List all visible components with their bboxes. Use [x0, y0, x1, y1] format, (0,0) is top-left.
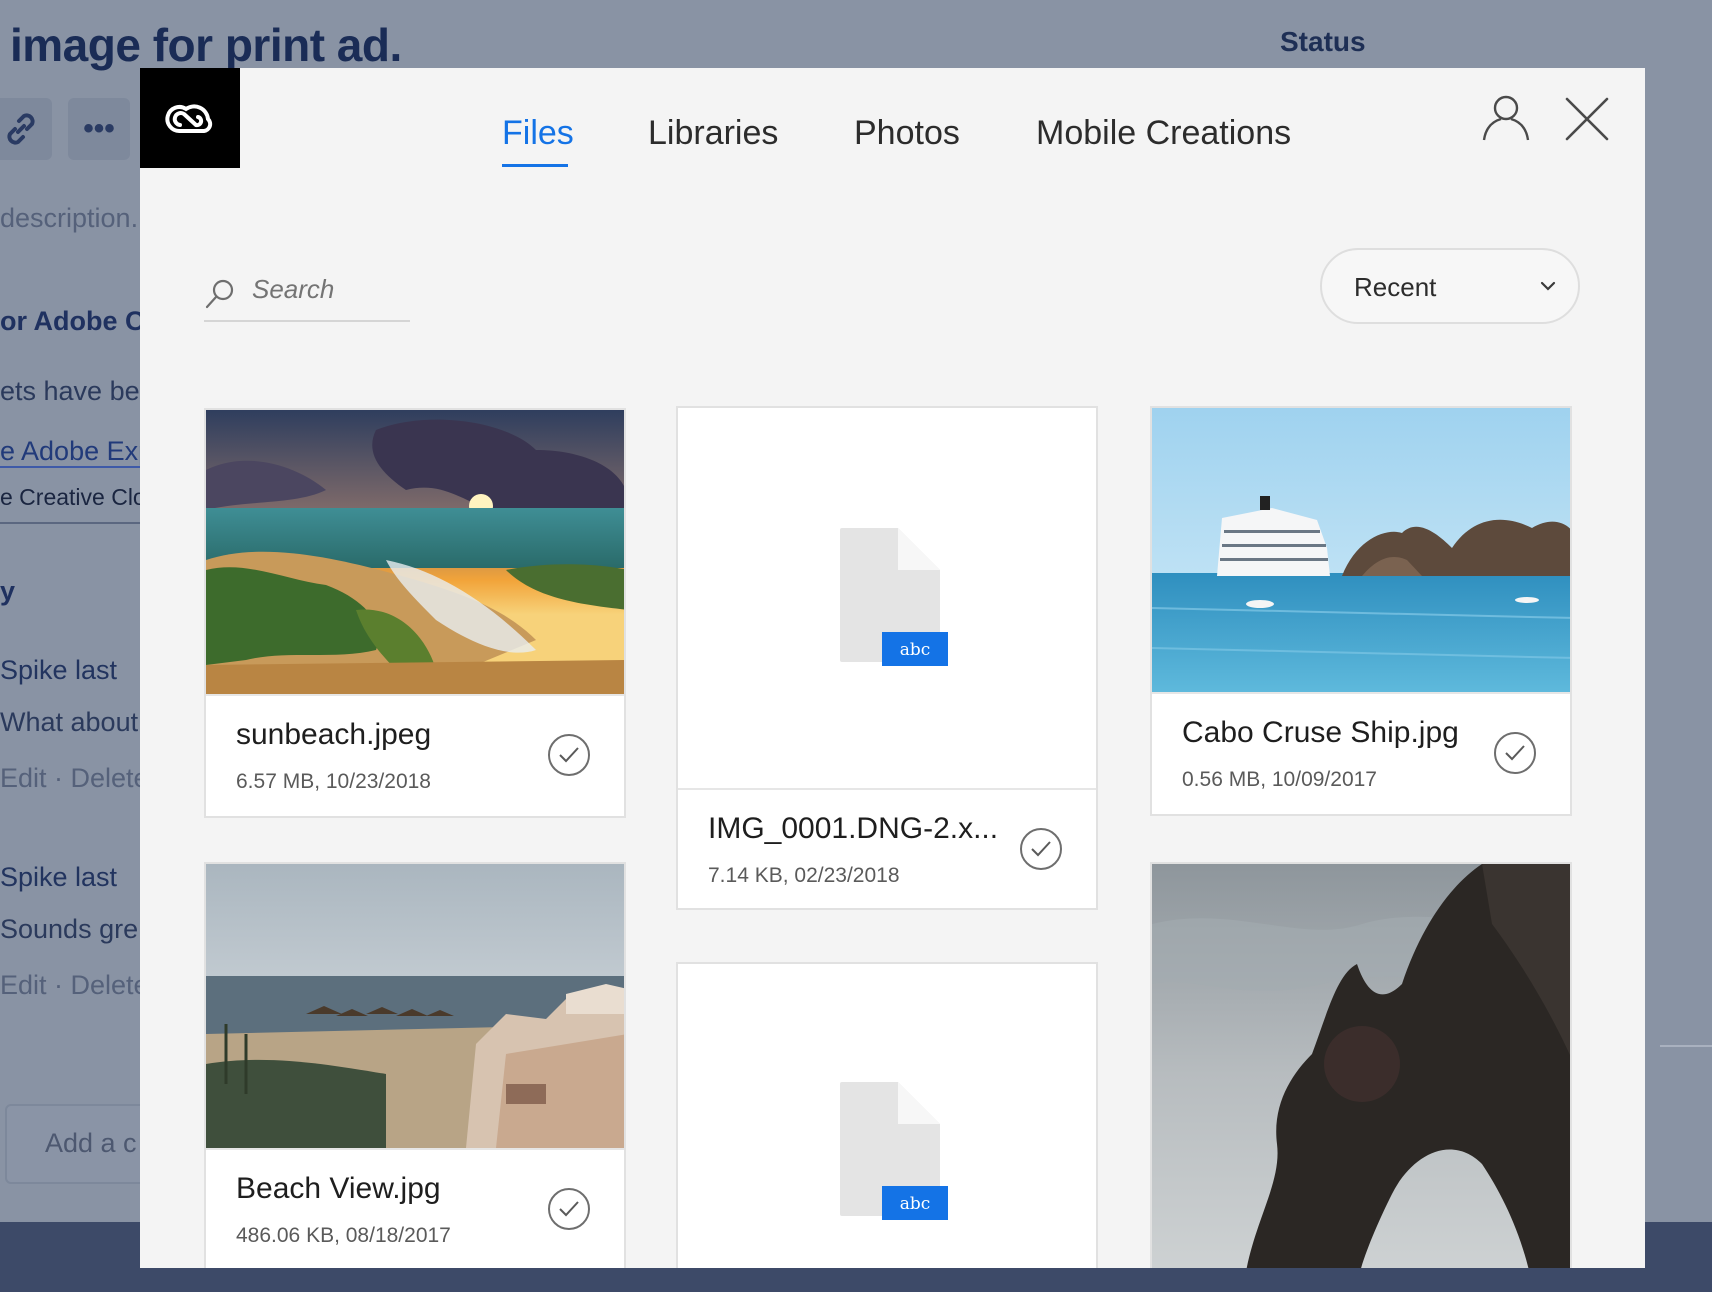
file-card[interactable]: abc IMG_0001.DNG-2.x... 7.14 KB, 02/23/2… — [676, 406, 1098, 910]
cruise-ship-photo — [1152, 408, 1570, 692]
file-card[interactable]: sunbeach.jpeg 6.57 MB, 10/23/2018 — [204, 408, 626, 818]
generic-file-icon: abc — [840, 528, 948, 666]
file-thumbnail — [206, 410, 624, 694]
file-thumbnail: abc — [678, 964, 1096, 1268]
file-badge-text: abc — [900, 1194, 931, 1214]
source-tabs: Files Libraries Photos Mobile Creations — [140, 114, 1645, 174]
file-thumbnail: abc — [678, 408, 1096, 788]
page-title: image for print ad. — [10, 19, 402, 71]
file-meta: sunbeach.jpeg 6.57 MB, 10/23/2018 — [206, 694, 624, 816]
file-card[interactable]: abc — [676, 962, 1098, 1268]
file-meta: IMG_0001.DNG-2.x... 7.14 KB, 02/23/2018 — [678, 788, 1096, 908]
checkmark-icon — [559, 747, 579, 763]
checkmark-icon — [1505, 745, 1525, 761]
sort-dropdown[interactable]: Recent — [1320, 248, 1580, 324]
bg-comment-author: Spike last — [0, 655, 118, 685]
tab-photos[interactable]: Photos — [854, 114, 960, 153]
bg-description: description. — [0, 203, 139, 233]
bg-creative-cloud-link[interactable]: e Creative Clo — [0, 484, 146, 511]
beach-resort-photo — [206, 864, 624, 1148]
tab-files[interactable]: Files — [502, 114, 574, 153]
link-icon — [7, 113, 35, 145]
bg-comment-actions[interactable]: Edit · Delete — [0, 763, 149, 794]
file-thumbnail — [206, 864, 624, 1148]
active-tab-indicator — [502, 164, 568, 167]
more-button[interactable]: ••• — [68, 98, 130, 160]
file-name: Cabo Cruse Ship.jpg — [1182, 716, 1459, 749]
file-badge-text: abc — [900, 640, 931, 660]
generic-file-icon: abc — [840, 1082, 948, 1220]
checkmark-icon — [559, 1201, 579, 1217]
select-checkmark[interactable] — [548, 734, 590, 776]
bg-comment-body: What about — [0, 707, 139, 737]
bg-activity-heading: y — [0, 576, 16, 606]
file-card[interactable]: Beach View.jpg 486.06 KB, 08/18/2017 — [204, 862, 626, 1268]
file-card[interactable]: Cabo Cruse Ship.jpg 0.56 MB, 10/09/2017 — [1150, 406, 1572, 816]
select-checkmark[interactable] — [548, 1188, 590, 1230]
asset-picker-modal: Files Libraries Photos Mobile Creations … — [140, 68, 1645, 1268]
bg-link[interactable]: e Adobe Exp — [0, 436, 154, 468]
tab-libraries[interactable]: Libraries — [648, 114, 778, 153]
file-name: Beach View.jpg — [236, 1172, 441, 1205]
sunset-beach-photo — [206, 410, 624, 694]
file-card[interactable] — [1150, 862, 1572, 1268]
status-label: Status — [1280, 26, 1366, 57]
file-meta: Cabo Cruse Ship.jpg 0.56 MB, 10/09/2017 — [1152, 692, 1570, 814]
bg-comment-body: Sounds gre — [0, 914, 139, 944]
close-icon[interactable] — [1564, 96, 1610, 147]
file-meta: Beach View.jpg 486.06 KB, 08/18/2017 — [206, 1148, 624, 1268]
file-info: 6.57 MB, 10/23/2018 — [236, 770, 431, 793]
bg-section-heading: or Adobe C — [0, 306, 145, 336]
file-name: IMG_0001.DNG-2.x... — [708, 812, 999, 845]
file-name: sunbeach.jpeg — [236, 718, 432, 751]
file-info: 7.14 KB, 02/23/2018 — [708, 864, 900, 887]
bg-comment-actions[interactable]: Edit · Delete — [0, 970, 149, 1001]
checkmark-icon — [1031, 841, 1051, 857]
bg-comment-author: Spike last — [0, 862, 118, 892]
search-icon — [205, 279, 234, 309]
add-comment-placeholder: Add a c — [45, 1128, 137, 1158]
select-checkmark[interactable] — [1020, 828, 1062, 870]
tab-mobile-creations[interactable]: Mobile Creations — [1036, 114, 1291, 153]
bg-text-line: ets have be — [0, 376, 140, 406]
file-thumbnail — [1152, 864, 1570, 1268]
search-field[interactable] — [204, 268, 410, 322]
file-info: 486.06 KB, 08/18/2017 — [236, 1224, 451, 1247]
chevron-down-icon — [1540, 281, 1556, 291]
select-checkmark[interactable] — [1494, 732, 1536, 774]
file-info: 0.56 MB, 10/09/2017 — [1182, 768, 1377, 791]
divider — [0, 522, 140, 524]
divider — [1660, 1045, 1712, 1047]
rock-arch-photo — [1152, 864, 1570, 1268]
user-icon[interactable] — [1480, 92, 1532, 149]
search-input[interactable] — [252, 274, 402, 305]
link-button[interactable] — [0, 98, 52, 160]
file-thumbnail — [1152, 408, 1570, 692]
sort-selected-value: Recent — [1354, 272, 1437, 302]
